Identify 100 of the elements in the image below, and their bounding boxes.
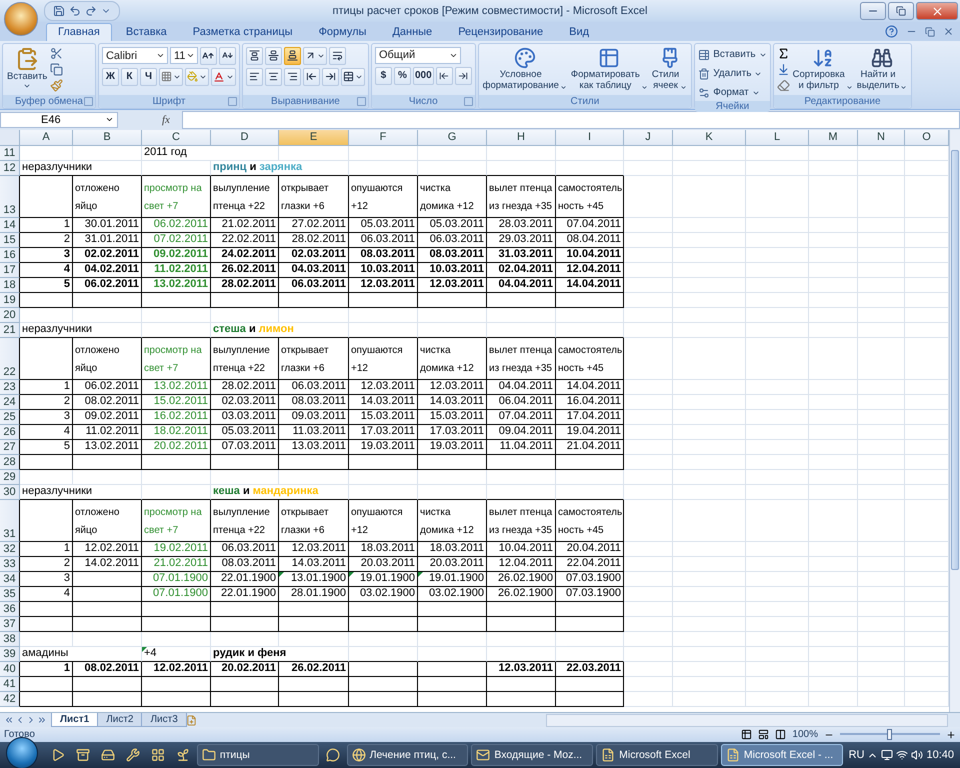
- font-style-button[interactable]: Ж: [102, 68, 119, 86]
- row-header[interactable]: 29: [0, 470, 20, 485]
- column-header[interactable]: B: [73, 130, 142, 146]
- vertical-align-button[interactable]: [246, 46, 263, 65]
- row-header[interactable]: 38: [0, 632, 20, 647]
- row-header[interactable]: 13: [0, 176, 20, 218]
- row-header[interactable]: 32: [0, 542, 20, 557]
- column-header[interactable]: E: [279, 130, 349, 146]
- column-header[interactable]: H: [487, 130, 556, 146]
- styles-button[interactable]: Стили ячеек: [650, 46, 688, 91]
- column-header[interactable]: N: [858, 130, 905, 146]
- styles-button[interactable]: Форматировать как таблицу: [570, 46, 649, 91]
- ribbon-tab[interactable]: Данные: [380, 22, 444, 41]
- decrease-decimal-button[interactable]: [454, 66, 472, 85]
- column-header[interactable]: K: [673, 130, 746, 146]
- row-header[interactable]: 35: [0, 586, 20, 602]
- styles-button[interactable]: Условное форматирование: [482, 46, 568, 91]
- align-center-button[interactable]: [264, 68, 282, 86]
- row-header[interactable]: 24: [0, 394, 20, 410]
- close-button[interactable]: [916, 2, 958, 20]
- increase-decimal-button[interactable]: [436, 66, 453, 85]
- ribbon-tab[interactable]: Главная: [46, 22, 112, 41]
- column-header[interactable]: M: [809, 130, 858, 146]
- orientation-button[interactable]: [302, 46, 327, 65]
- font-style-button[interactable]: К: [120, 68, 138, 86]
- paste-button[interactable]: Вставить: [6, 46, 48, 90]
- editing-button[interactable]: Сортировка и фильтр: [792, 46, 854, 91]
- font-color-button[interactable]: [210, 68, 236, 86]
- editing-button[interactable]: Найти и выделить: [856, 46, 908, 91]
- column-header[interactable]: A: [20, 130, 73, 146]
- column-header[interactable]: L: [746, 130, 809, 146]
- column-header[interactable]: O: [905, 130, 949, 146]
- font-size-field[interactable]: 11: [170, 47, 198, 64]
- row-header[interactable]: 25: [0, 410, 20, 425]
- row-header[interactable]: 18: [0, 278, 20, 293]
- row-header[interactable]: 19: [0, 292, 20, 308]
- align-right-button[interactable]: [284, 68, 301, 86]
- column-header[interactable]: F: [349, 130, 418, 146]
- row-header[interactable]: 20: [0, 308, 20, 323]
- row-header[interactable]: 39: [0, 646, 20, 662]
- row-header[interactable]: 36: [0, 602, 20, 617]
- number-format-button[interactable]: 000: [412, 66, 434, 85]
- ribbon-tab[interactable]: Вставка: [114, 22, 179, 41]
- ribbon-tab[interactable]: Формулы: [306, 22, 378, 41]
- formula-field[interactable]: [182, 110, 960, 129]
- row-header[interactable]: 23: [0, 380, 20, 395]
- cells-button[interactable]: Формат: [698, 84, 767, 101]
- number-format-button[interactable]: %: [394, 66, 411, 85]
- row-header[interactable]: 26: [0, 424, 20, 440]
- maximize-button[interactable]: [888, 2, 914, 20]
- row-header[interactable]: 37: [0, 616, 20, 632]
- row-header[interactable]: 14: [0, 218, 20, 233]
- start-button[interactable]: [6, 737, 38, 768]
- font-style-button[interactable]: Ч: [140, 68, 157, 86]
- taskbar-button[interactable]: Лечение птиц, с...: [346, 744, 468, 766]
- language-indicator[interactable]: RU: [848, 749, 864, 761]
- row-header[interactable]: 34: [0, 572, 20, 587]
- vertical-scrollbar[interactable]: [949, 130, 960, 712]
- increase-indent-button[interactable]: [322, 68, 339, 86]
- grow-font-button[interactable]: [200, 46, 217, 65]
- sheet-tab[interactable]: Лист3: [141, 713, 187, 728]
- column-header[interactable]: J: [624, 130, 673, 146]
- borders-button[interactable]: [158, 68, 183, 86]
- ribbon-tab[interactable]: Разметка страницы: [180, 22, 305, 41]
- row-header[interactable]: 28: [0, 454, 20, 470]
- vertical-align-button[interactable]: [264, 46, 282, 65]
- row-header[interactable]: 41: [0, 676, 20, 692]
- align-left-button[interactable]: [246, 68, 263, 86]
- row-header[interactable]: 33: [0, 556, 20, 572]
- taskbar-button[interactable]: Входящие - Moz...: [471, 744, 594, 766]
- row-header[interactable]: 21: [0, 322, 20, 338]
- row-header[interactable]: 27: [0, 440, 20, 455]
- decrease-indent-button[interactable]: [302, 68, 320, 86]
- sheet-tab[interactable]: Лист1: [51, 713, 98, 728]
- name-box[interactable]: E46: [0, 112, 118, 128]
- fill-color-button[interactable]: [184, 68, 209, 86]
- ribbon-tab[interactable]: Рецензирование: [446, 22, 556, 41]
- vertical-align-button[interactable]: [284, 46, 301, 65]
- row-header[interactable]: 40: [0, 662, 20, 677]
- merge-button[interactable]: [340, 68, 365, 86]
- column-header[interactable]: C: [142, 130, 211, 146]
- taskbar-button[interactable]: Microsoft Excel - ...: [720, 744, 843, 766]
- taskbar-button[interactable]: Microsoft Excel: [596, 744, 718, 766]
- clock[interactable]: 10:40: [926, 749, 954, 761]
- column-header[interactable]: G: [418, 130, 487, 146]
- row-header[interactable]: 31: [0, 500, 20, 542]
- row-header[interactable]: 30: [0, 484, 20, 500]
- row-header[interactable]: 42: [0, 692, 20, 707]
- taskbar-button[interactable]: птицы: [196, 744, 319, 766]
- row-header[interactable]: 16: [0, 248, 20, 263]
- shrink-font-button[interactable]: [218, 46, 236, 65]
- horizontal-scrollbar[interactable]: [546, 714, 948, 727]
- cells-button[interactable]: Вставить: [698, 46, 767, 63]
- column-header[interactable]: D: [211, 130, 279, 146]
- row-header[interactable]: 12: [0, 160, 20, 176]
- office-button[interactable]: [4, 2, 38, 36]
- font-name-field[interactable]: Calibri: [102, 47, 168, 64]
- sheet-tab[interactable]: Лист2: [97, 713, 142, 728]
- ribbon-tab[interactable]: Вид: [557, 22, 602, 41]
- wrap-text-button[interactable]: [328, 46, 346, 65]
